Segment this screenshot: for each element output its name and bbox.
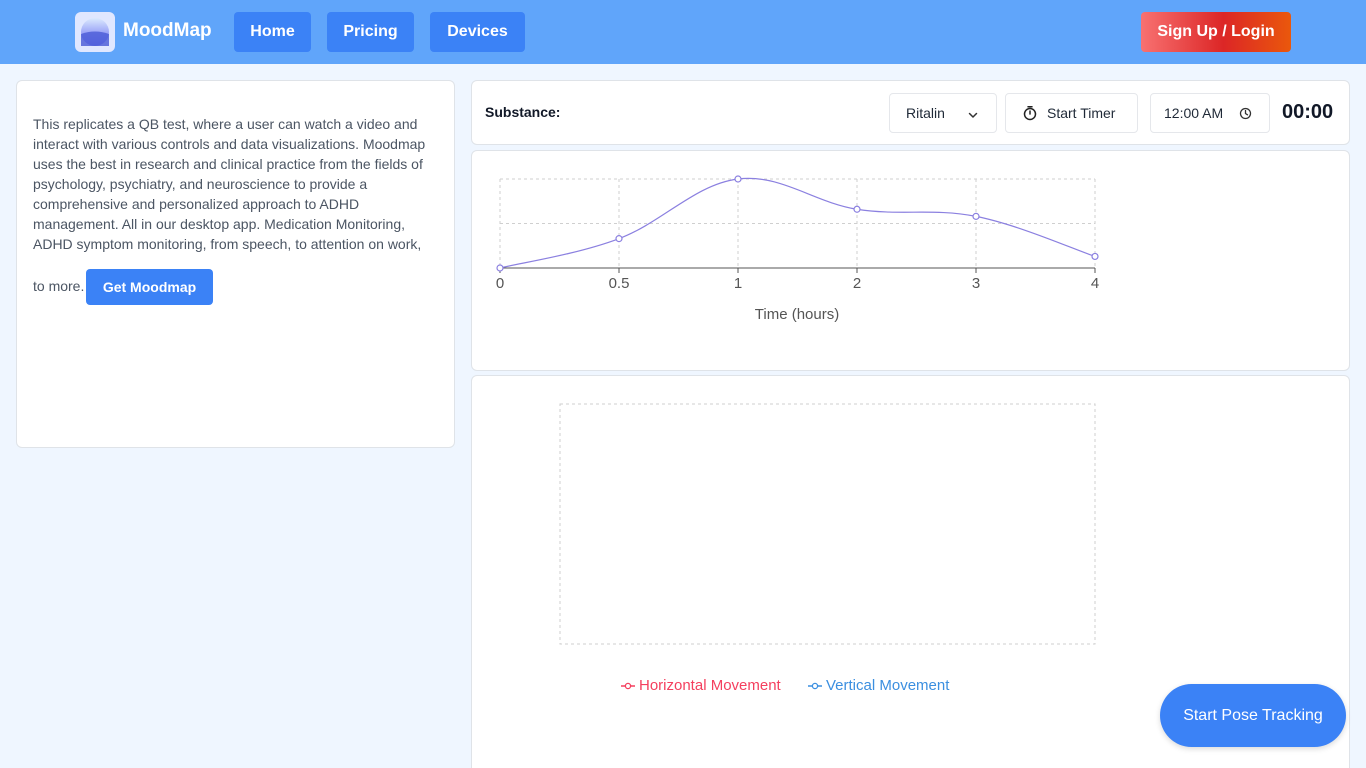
nav-devices-button[interactable]: Devices (430, 12, 525, 52)
timer-display: 00:00 (1282, 101, 1334, 123)
substance-label: Substance: (485, 104, 561, 120)
start-timer-label: Start Timer (1047, 105, 1116, 121)
brand-name[interactable]: MoodMap (123, 20, 212, 42)
legend-label: Vertical Movement (826, 677, 950, 694)
substance-select[interactable]: Ritalin (889, 93, 997, 133)
get-moodmap-button[interactable]: Get Moodmap (86, 269, 213, 305)
legend-label: Horizontal Movement (639, 677, 781, 694)
legend-horizontal-movement[interactable]: Horizontal Movement (621, 677, 781, 694)
nav-home-button[interactable]: Home (234, 12, 311, 52)
moodmap-logo-icon[interactable] (75, 12, 115, 52)
clock-icon[interactable] (1239, 107, 1252, 120)
info-tail-text: to more. (33, 278, 85, 294)
substance-selected-value: Ritalin (906, 105, 945, 121)
legend-vertical-movement[interactable]: Vertical Movement (808, 677, 949, 694)
info-description: This replicates a QB test, where a user … (33, 116, 426, 252)
legend-marker-icon (808, 682, 822, 689)
top-nav-bar: MoodMap Home Pricing Devices Sign Up / L… (0, 0, 1366, 64)
signup-login-button[interactable]: Sign Up / Login (1141, 12, 1291, 52)
nav-pricing-button[interactable]: Pricing (327, 12, 414, 52)
effect-chart-card (471, 150, 1350, 371)
time-input[interactable]: 12:00 AM (1150, 93, 1270, 133)
time-input-value: 12:00 AM (1164, 105, 1224, 121)
legend-marker-icon (621, 682, 635, 689)
start-pose-tracking-button[interactable]: Start Pose Tracking (1160, 684, 1346, 747)
start-timer-button[interactable]: Start Timer (1005, 93, 1138, 133)
stopwatch-icon (1022, 105, 1038, 121)
chevron-down-icon (967, 108, 979, 124)
